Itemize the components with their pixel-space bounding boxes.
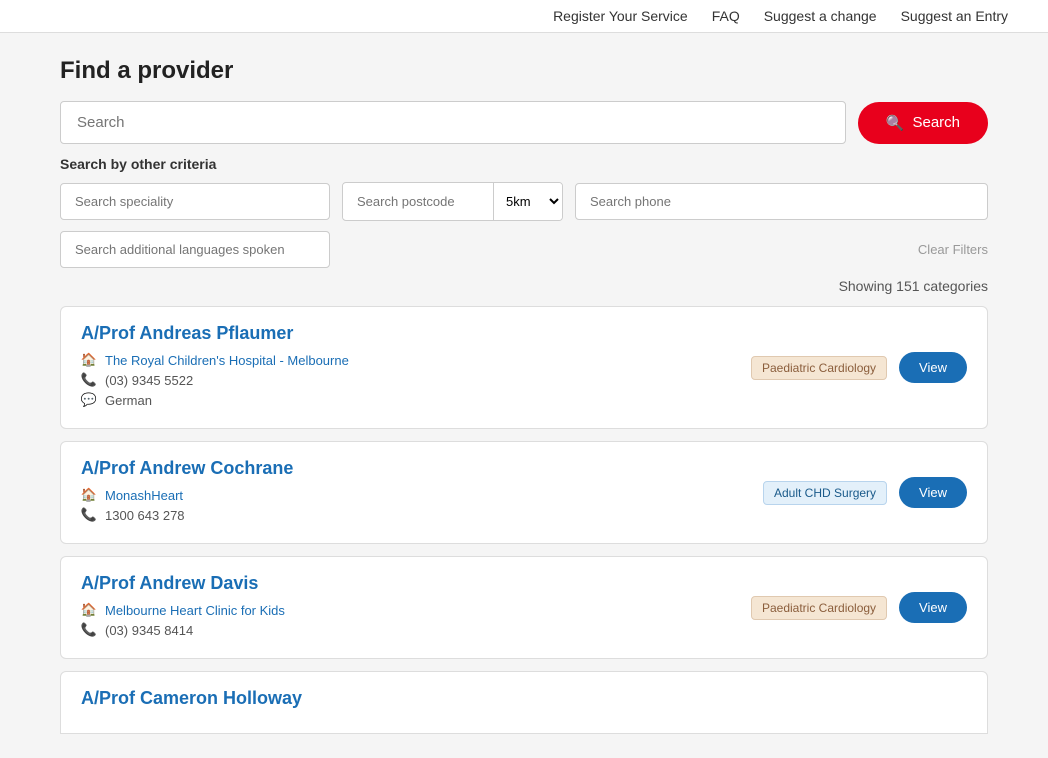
provider-hospital: 🏠 MonashHeart bbox=[81, 487, 743, 503]
provider-name[interactable]: A/Prof Andrew Davis bbox=[81, 573, 731, 594]
phone-input[interactable] bbox=[575, 183, 988, 220]
home-icon: 🏠 bbox=[81, 352, 97, 368]
top-nav: Register Your Service FAQ Suggest a change… bbox=[0, 0, 1048, 33]
provider-hospital: 🏠 The Royal Children's Hospital - Melbou… bbox=[81, 352, 731, 368]
provider-card-row: A/Prof Andreas Pflaumer 🏠 The Royal Chil… bbox=[81, 323, 967, 412]
distance-select[interactable]: 1km 2km 5km 10km 20km 50km bbox=[493, 183, 562, 220]
specialty-badge: Paediatric Cardiology bbox=[751, 596, 887, 620]
specialty-badge: Paediatric Cardiology bbox=[751, 356, 887, 380]
provider-card: A/Prof Andrew Davis 🏠 Melbourne Heart Cl… bbox=[60, 556, 988, 659]
search-button[interactable]: 🔍 Search bbox=[858, 102, 988, 144]
view-button[interactable]: View bbox=[899, 477, 967, 508]
provider-right: Paediatric Cardiology View bbox=[751, 592, 967, 623]
provider-card: A/Prof Andrew Cochrane 🏠 MonashHeart 📞 1… bbox=[60, 441, 988, 544]
main-content: Find a provider 🔍 Search Search by other… bbox=[44, 33, 1004, 758]
provider-right: Adult CHD Surgery View bbox=[763, 477, 967, 508]
filter-row-2: Clear Filters bbox=[60, 231, 988, 268]
provider-card-partial: A/Prof Cameron Holloway bbox=[60, 671, 988, 734]
page-title: Find a provider bbox=[60, 57, 988, 85]
provider-name[interactable]: A/Prof Cameron Holloway bbox=[81, 688, 967, 709]
provider-card: A/Prof Andreas Pflaumer 🏠 The Royal Chil… bbox=[60, 306, 988, 429]
phone-icon: 📞 bbox=[81, 372, 97, 388]
search-bar-row: 🔍 Search bbox=[60, 101, 988, 144]
nav-item-suggest-change[interactable]: Suggest a change bbox=[764, 8, 877, 24]
home-icon: 🏠 bbox=[81, 487, 97, 503]
nav-item-suggest-entry[interactable]: Suggest an Entry bbox=[901, 8, 1008, 24]
phone-number: (03) 9345 8414 bbox=[105, 623, 193, 638]
clear-filters-button[interactable]: Clear Filters bbox=[918, 242, 988, 257]
provider-list: A/Prof Andreas Pflaumer 🏠 The Royal Chil… bbox=[60, 306, 988, 734]
view-button[interactable]: View bbox=[899, 592, 967, 623]
provider-card-row: A/Prof Andrew Davis 🏠 Melbourne Heart Cl… bbox=[81, 573, 967, 642]
provider-info: A/Prof Andreas Pflaumer 🏠 The Royal Chil… bbox=[81, 323, 731, 412]
provider-info: A/Prof Andrew Cochrane 🏠 MonashHeart 📞 1… bbox=[81, 458, 743, 527]
provider-hospital: 🏠 Melbourne Heart Clinic for Kids bbox=[81, 602, 731, 618]
provider-card-row: A/Prof Andrew Cochrane 🏠 MonashHeart 📞 1… bbox=[81, 458, 967, 527]
specialty-badge: Adult CHD Surgery bbox=[763, 481, 887, 505]
hospital-link[interactable]: The Royal Children's Hospital - Melbourn… bbox=[105, 353, 349, 368]
provider-info: A/Prof Andrew Davis 🏠 Melbourne Heart Cl… bbox=[81, 573, 731, 642]
languages-input[interactable] bbox=[60, 231, 330, 268]
search-icon: 🔍 bbox=[886, 114, 905, 132]
provider-name[interactable]: A/Prof Andreas Pflaumer bbox=[81, 323, 731, 344]
search-input[interactable] bbox=[60, 101, 846, 144]
provider-phone: 📞 (03) 9345 8414 bbox=[81, 622, 731, 638]
provider-right: Paediatric Cardiology View bbox=[751, 352, 967, 383]
criteria-label: Search by other criteria bbox=[60, 156, 988, 172]
phone-number: (03) 9345 5522 bbox=[105, 373, 193, 388]
hospital-link[interactable]: Melbourne Heart Clinic for Kids bbox=[105, 603, 285, 618]
filter-row-1: 1km 2km 5km 10km 20km 50km bbox=[60, 182, 988, 221]
phone-number: 1300 643 278 bbox=[105, 508, 185, 523]
chat-icon: 💬 bbox=[81, 392, 97, 408]
provider-phone: 📞 (03) 9345 5522 bbox=[81, 372, 731, 388]
language-value: German bbox=[105, 393, 152, 408]
provider-name[interactable]: A/Prof Andrew Cochrane bbox=[81, 458, 743, 479]
nav-item-faq[interactable]: FAQ bbox=[712, 8, 740, 24]
provider-language: 💬 German bbox=[81, 392, 731, 408]
postcode-input[interactable] bbox=[343, 184, 493, 219]
search-button-label: Search bbox=[912, 114, 960, 131]
nav-item-register-service[interactable]: Register Your Service bbox=[553, 8, 688, 24]
view-button[interactable]: View bbox=[899, 352, 967, 383]
speciality-input[interactable] bbox=[60, 183, 330, 220]
postcode-group: 1km 2km 5km 10km 20km 50km bbox=[342, 182, 563, 221]
phone-icon: 📞 bbox=[81, 622, 97, 638]
hospital-link[interactable]: MonashHeart bbox=[105, 488, 183, 503]
provider-phone: 📞 1300 643 278 bbox=[81, 507, 743, 523]
phone-icon: 📞 bbox=[81, 507, 97, 523]
home-icon: 🏠 bbox=[81, 602, 97, 618]
results-info: Showing 151 categories bbox=[60, 278, 988, 294]
